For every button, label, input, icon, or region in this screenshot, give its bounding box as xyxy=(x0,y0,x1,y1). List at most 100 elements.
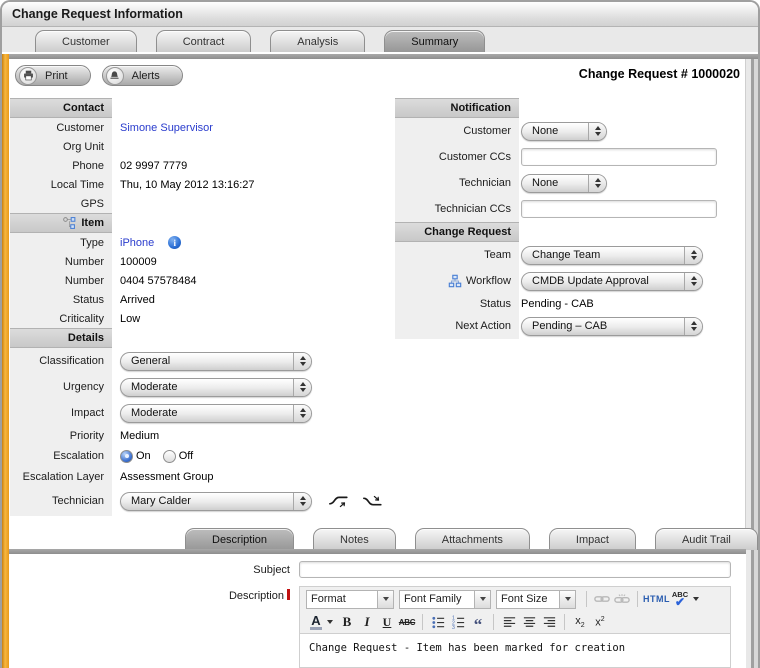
align-center-button[interactable] xyxy=(519,613,539,631)
spellcheck-dropdown-caret[interactable] xyxy=(693,597,699,601)
alert-bell-icon xyxy=(106,67,124,85)
workflow-select-value: CMDB Update Approval xyxy=(522,275,684,287)
item-criticality-row: Criticality Low xyxy=(10,309,378,328)
workflow-row: Workflow CMDB Update Approval xyxy=(395,268,747,294)
contact-title: Contact xyxy=(63,102,104,114)
alerts-button[interactable]: Alerts xyxy=(102,65,183,86)
impact-select[interactable]: Moderate xyxy=(120,404,312,423)
notification-section-header: Notification xyxy=(395,98,519,118)
bullet-list-button[interactable] xyxy=(428,613,448,631)
customer-ccs-input[interactable] xyxy=(521,148,717,166)
escalation-on-radio[interactable] xyxy=(120,450,133,463)
item-info-icon[interactable]: i xyxy=(168,236,181,249)
printer-icon xyxy=(19,67,37,85)
bold-button[interactable]: B xyxy=(337,613,357,631)
font-family-select-value: Font Family xyxy=(400,593,474,605)
notify-technician-select[interactable]: None xyxy=(521,174,607,193)
bullet-list-icon xyxy=(431,615,446,630)
subject-row: Subject xyxy=(9,561,746,578)
item-criticality-label: Criticality xyxy=(10,313,112,325)
item-number2-value: 0404 57578484 xyxy=(112,273,196,289)
tab-analysis[interactable]: Analysis xyxy=(270,30,365,52)
numbered-list-icon: 123 xyxy=(451,615,466,630)
html-source-button[interactable]: HTML xyxy=(643,590,670,608)
gps-label: GPS xyxy=(10,198,112,210)
escalation-layer-value: Assessment Group xyxy=(112,469,214,485)
item-number2-label: Number xyxy=(10,275,112,287)
spellcheck-icon: ABC ✔ xyxy=(672,591,688,607)
spellcheck-button[interactable]: ABC ✔ xyxy=(670,590,690,608)
team-select[interactable]: Change Team xyxy=(521,246,703,265)
escalation-controls xyxy=(328,494,384,509)
subscript-icon: x2 xyxy=(575,615,584,629)
tab-summary[interactable]: Summary xyxy=(384,30,485,52)
tab-impact[interactable]: Impact xyxy=(549,528,636,550)
classification-select[interactable]: General xyxy=(120,352,312,371)
escalation-layer-row: Escalation Layer Assessment Group xyxy=(10,467,378,486)
editor-toolbar-row-2: A B I U ABC 123 “ xyxy=(300,610,730,633)
toolbar-separator xyxy=(586,591,587,607)
deescalate-icon[interactable] xyxy=(362,494,384,509)
workflow-select[interactable]: CMDB Update Approval xyxy=(521,272,703,291)
superscript-button[interactable]: x2 xyxy=(590,613,610,631)
local-time-label: Local Time xyxy=(10,179,112,191)
tab-attachments[interactable]: Attachments xyxy=(415,528,530,550)
classification-select-value: General xyxy=(121,355,293,367)
insert-link-icon[interactable] xyxy=(592,590,612,608)
align-right-button[interactable] xyxy=(539,613,559,631)
escalate-icon[interactable] xyxy=(328,494,350,509)
tab-audit-trail[interactable]: Audit Trail xyxy=(655,528,758,550)
customer-link[interactable]: Simone Supervisor xyxy=(120,122,213,134)
action-buttons: Print Alerts xyxy=(15,65,183,86)
remove-link-icon[interactable] xyxy=(612,590,632,608)
contact-section-header: Contact xyxy=(10,98,112,118)
technician-ccs-input[interactable] xyxy=(521,200,717,218)
spellcheck-checkmark: ✔ xyxy=(675,598,685,607)
blockquote-button[interactable]: “ xyxy=(468,613,488,631)
underline-button[interactable]: U xyxy=(377,613,397,631)
item-status-row: Status Arrived xyxy=(10,290,378,309)
font-size-select[interactable]: Font Size xyxy=(496,590,576,609)
print-button[interactable]: Print xyxy=(15,65,91,86)
strikethrough-button[interactable]: ABC xyxy=(397,613,417,631)
org-unit-row: Org Unit xyxy=(10,137,378,156)
top-tabs: Customer Contract Analysis Summary xyxy=(35,30,485,52)
tab-notes[interactable]: Notes xyxy=(313,528,396,550)
tab-customer[interactable]: Customer xyxy=(35,30,137,52)
align-left-button[interactable] xyxy=(499,613,519,631)
next-action-row: Next Action Pending – CAB xyxy=(395,313,747,339)
escalation-off-radio[interactable] xyxy=(163,450,176,463)
required-indicator xyxy=(287,589,290,600)
accent-stripe xyxy=(2,54,9,668)
request-number: Change Request # 1000020 xyxy=(579,67,740,81)
subscript-button[interactable]: x2 xyxy=(570,613,590,631)
customer-label: Customer xyxy=(10,122,112,134)
numbered-list-button[interactable]: 123 xyxy=(448,613,468,631)
org-unit-label: Org Unit xyxy=(10,141,112,153)
dropdown-arrow-icon xyxy=(474,591,490,608)
item-status-label: Status xyxy=(10,294,112,306)
format-select[interactable]: Format xyxy=(306,590,394,609)
item-type-link[interactable]: iPhone xyxy=(120,237,154,249)
urgency-select[interactable]: Moderate xyxy=(120,378,312,397)
tab-contract[interactable]: Contract xyxy=(156,30,252,52)
align-left-icon xyxy=(502,615,517,630)
classification-label: Classification xyxy=(10,355,112,367)
text-color-caret[interactable] xyxy=(327,620,333,624)
next-action-select-value: Pending – CAB xyxy=(522,320,684,332)
notify-customer-select[interactable]: None xyxy=(521,122,607,141)
tab-description[interactable]: Description xyxy=(185,528,294,550)
description-content[interactable]: Change Request - Item has been marked fo… xyxy=(300,633,730,667)
italic-button[interactable]: I xyxy=(357,613,377,631)
notify-customer-label: Customer xyxy=(395,125,519,137)
org-unit-value xyxy=(112,139,120,155)
text-color-button[interactable]: A xyxy=(306,613,326,631)
select-arrows-icon xyxy=(684,318,702,335)
next-action-select[interactable]: Pending – CAB xyxy=(521,317,703,336)
technician-select[interactable]: Mary Calder xyxy=(120,492,312,511)
font-family-select[interactable]: Font Family xyxy=(399,590,491,609)
workflow-icon[interactable] xyxy=(448,274,462,288)
technician-row: Technician Mary Calder xyxy=(10,486,378,516)
item-number2-row: Number 0404 57578484 xyxy=(10,271,378,290)
subject-input[interactable] xyxy=(299,561,731,578)
